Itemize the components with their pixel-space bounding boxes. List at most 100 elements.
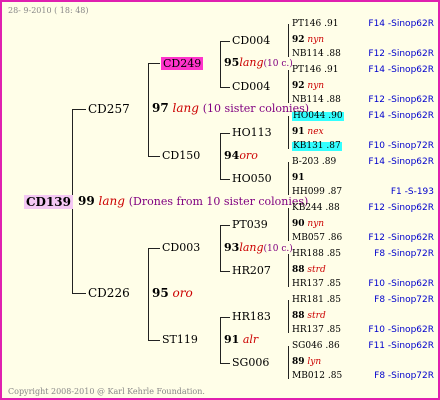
gen4-name[interactable]: NB114 <box>292 95 324 105</box>
gen4-entry: HR137 .85 <box>292 326 341 335</box>
gen3-breed: strd <box>307 265 326 275</box>
gen3-score: 91 <box>292 174 305 183</box>
gen3-name[interactable]: HO050 <box>232 173 272 184</box>
connector-gen2-d <box>220 317 221 363</box>
gen4-entry: HH099 .87 <box>292 188 342 197</box>
gen4-value: .87 <box>326 141 341 151</box>
gen4-entry: MB057 .86 <box>292 234 342 243</box>
gen3-score: 92 nyn <box>292 82 324 91</box>
gen4-entry: HR137 .85 <box>292 280 341 289</box>
gen2-breed: oro <box>239 149 258 162</box>
gen4-name[interactable]: PT146 <box>292 65 321 75</box>
gen4-name[interactable]: B-203 <box>292 157 319 167</box>
gen1-breed: lang <box>172 101 199 115</box>
gen4-source: F10 -Sinop62R <box>368 279 434 289</box>
gen1-num: 95 <box>152 286 169 300</box>
gen3-score: 88 strd <box>292 266 326 275</box>
gen4-entry: PT146 .91 <box>292 20 338 29</box>
gen4-name[interactable]: MB057 <box>292 233 325 243</box>
gen2-score: 94oro <box>224 150 258 161</box>
connector-stub <box>220 363 230 364</box>
connector-stub <box>220 87 230 88</box>
gen3-name[interactable]: PT039 <box>232 219 268 230</box>
gen4-name[interactable]: KB131 <box>293 141 324 151</box>
gen2-note: (10 c.) <box>263 244 293 254</box>
root-name[interactable]: CD139 <box>24 195 74 209</box>
gen4-entry: HR188 .85 <box>292 250 341 259</box>
gen4-value: .89 <box>321 157 337 167</box>
connector-stub <box>220 271 230 272</box>
gen4-entry: NB114 .88 <box>292 96 341 105</box>
gen4-entry: MB012 .85 <box>292 372 342 381</box>
footer-copyright: Copyright 2008-2010 @ Karl Kehrle Founda… <box>8 387 205 396</box>
gen4-source: F14 -Sinop62R <box>368 65 434 75</box>
connector-cd003 <box>148 248 160 249</box>
gen3-name[interactable]: CD004 <box>232 35 270 46</box>
gen3-name[interactable]: SG006 <box>232 357 269 368</box>
gen4-name[interactable]: HO044 <box>293 111 325 121</box>
gen4-value: .88 <box>326 95 341 105</box>
gen3-num: 88 <box>292 311 305 321</box>
gen2-breed: lang <box>239 241 264 254</box>
gen2-num: 91 <box>224 333 240 346</box>
pedigree-frame: 28- 9-2010 ( 18: 48) CD139 99 lang (Dron… <box>0 0 440 400</box>
gen4-source: F8 -Sinop72R <box>374 371 434 381</box>
gen4-value: .85 <box>327 371 343 381</box>
connector-gen1-a <box>148 63 149 156</box>
gen4-source: F10 -Sinop72R <box>368 141 434 151</box>
gen3-name[interactable]: HR207 <box>232 265 271 276</box>
gen3-name[interactable]: CD004 <box>232 81 270 92</box>
gen4-entry: KB131 .87 <box>292 142 342 151</box>
gen1-name[interactable]: CD257 <box>88 103 130 115</box>
root-breed: lang <box>98 194 125 208</box>
gen2-score: 91 alr <box>224 334 258 345</box>
gen1-name[interactable]: CD226 <box>88 287 130 299</box>
root-note: (Drones from 10 sister colonies) <box>128 195 309 208</box>
connector-cd226 <box>72 293 86 294</box>
gen4-name[interactable]: HH099 <box>292 187 325 197</box>
gen4-value: .86 <box>325 341 340 351</box>
gen2-note: (10 c.) <box>263 59 293 69</box>
gen4-name[interactable]: SG046 <box>292 341 323 351</box>
gen4-name[interactable]: HR181 <box>292 295 324 305</box>
gen2-name[interactable]: CD003 <box>162 242 200 253</box>
gen4-source: F12 -Sinop62R <box>368 233 434 243</box>
gen2-name[interactable]: ST119 <box>162 334 198 345</box>
gen2-breed: lang <box>239 56 264 69</box>
gen4-name[interactable]: KB244 <box>292 203 323 213</box>
gen2-name[interactable]: CD150 <box>162 150 200 161</box>
gen3-score: 88 strd <box>292 312 326 321</box>
gen4-name[interactable]: MB012 <box>292 371 325 381</box>
gen2-name[interactable]: CD249 <box>161 57 204 70</box>
gen4-value: .90 <box>328 111 343 121</box>
gen4-value: .85 <box>326 249 342 259</box>
gen4-name[interactable]: PT146 <box>292 19 321 29</box>
gen4-source: F1 -S-193 <box>390 187 434 197</box>
gen4-name[interactable]: HR137 <box>292 325 324 335</box>
gen3-name[interactable]: HR183 <box>232 311 271 322</box>
gen3-breed: nyn <box>307 81 325 91</box>
gen4-source: F12 -Sinop62R <box>368 203 434 213</box>
gen3-name[interactable]: HO113 <box>232 127 272 138</box>
gen1-num: 97 <box>152 101 169 115</box>
connector-stub <box>220 179 230 180</box>
gen3-breed: nyn <box>307 35 325 45</box>
gen4-name[interactable]: NB114 <box>292 49 324 59</box>
gen4-source: F14 -Sinop62R <box>368 157 434 167</box>
gen4-entry: B-203 .89 <box>292 158 336 167</box>
gen4-source: F8 -Sinop72R <box>374 295 434 305</box>
connector-gen1-b <box>148 248 149 340</box>
gen4-source: F11 -Sinop62R <box>368 341 434 351</box>
gen4-name[interactable]: HR137 <box>292 279 324 289</box>
connector-gen3 <box>288 116 289 149</box>
gen4-source: F10 -Sinop62R <box>368 325 434 335</box>
header-date: 28- 9-2010 ( 18: 48) <box>8 6 89 15</box>
connector-cd150 <box>148 156 160 157</box>
gen4-value: .91 <box>324 65 339 75</box>
gen4-name[interactable]: HR188 <box>292 249 324 259</box>
connector-gen2-c <box>220 225 221 271</box>
connector-stub <box>220 317 230 318</box>
gen3-breed: strd <box>307 311 326 321</box>
gen3-breed: lyn <box>307 357 322 367</box>
gen4-entry: NB114 .88 <box>292 50 341 59</box>
